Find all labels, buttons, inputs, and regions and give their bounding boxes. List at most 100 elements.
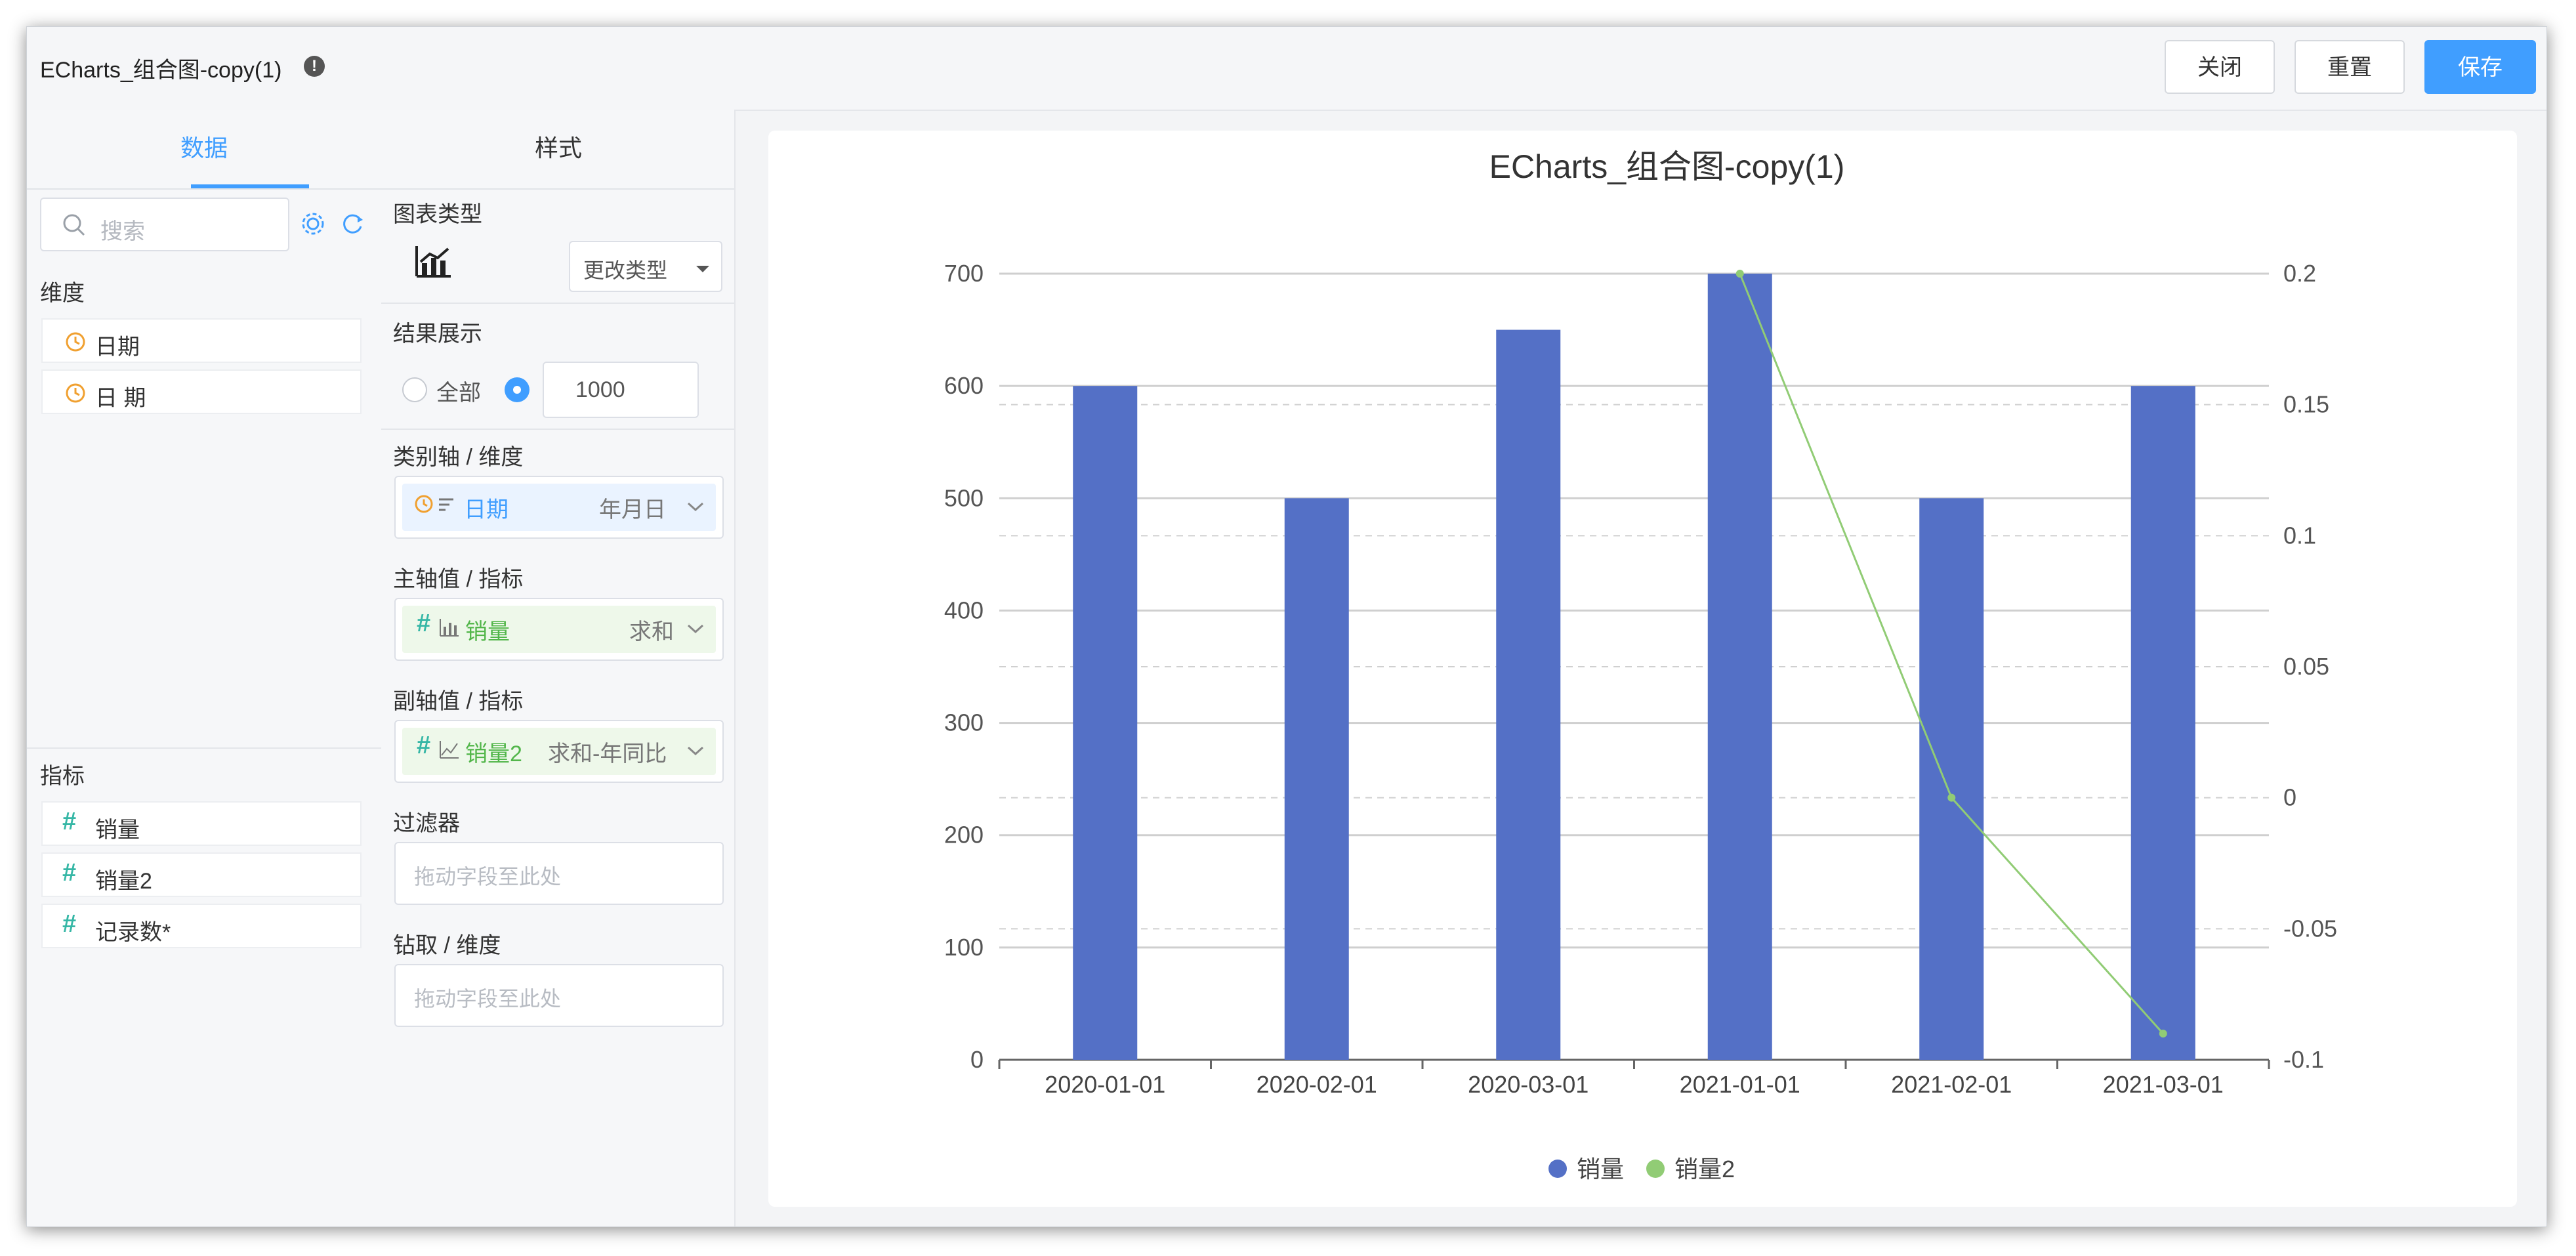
y-right-tick-label: -0.05: [2283, 915, 2337, 942]
result-limit-value: 1000: [575, 377, 625, 402]
section-divider: [381, 429, 734, 430]
result-limit-input[interactable]: 1000: [543, 362, 699, 418]
panel-tabs: 数据 样式: [27, 110, 734, 190]
hash-icon: #: [62, 859, 77, 887]
bar: [1919, 498, 1984, 1060]
filter-placeholder: 拖动字段至此处: [414, 865, 562, 889]
tab-style[interactable]: 样式: [381, 110, 736, 187]
window-title: ECharts_组合图-copy(1): [40, 58, 282, 83]
caret-down-icon: [696, 266, 709, 272]
measure-section-title: 指标: [40, 764, 85, 789]
chart-preview: ECharts_组合图-copy(1) 0 100 200 300 400 500 600 70…: [768, 131, 2517, 1207]
bar: [1073, 386, 1138, 1060]
refresh-icon[interactable]: [339, 211, 365, 237]
hash-icon: #: [417, 610, 431, 637]
y-right-tick-label: 0.05: [2283, 653, 2329, 680]
category-field-name: 日期: [464, 497, 509, 522]
bar: [1707, 274, 1772, 1060]
section-divider: [381, 303, 734, 304]
category-axis-label: 类别轴 / 维度: [393, 445, 524, 470]
y-left-tick-label: 500: [944, 484, 984, 511]
y-left-tick-label: 100: [944, 934, 984, 961]
y-left-tick-label: 0: [970, 1046, 984, 1073]
y-left-tick-label: 700: [944, 260, 984, 287]
dimension-section-title: 维度: [40, 281, 85, 306]
x-tick-label: 2021-03-01: [2103, 1071, 2224, 1098]
line-chart-icon: [440, 741, 459, 759]
y-right-tick-label: 0.2: [2283, 260, 2316, 287]
tab-data[interactable]: 数据: [27, 110, 381, 187]
chevron-down-icon[interactable]: [687, 746, 704, 757]
filter-label: 过滤器: [393, 811, 460, 836]
close-button[interactable]: 关闭: [2165, 40, 2275, 94]
reset-button[interactable]: 重置: [2295, 40, 2405, 94]
result-display-label: 结果展示: [393, 322, 482, 346]
bar: [2130, 386, 2195, 1060]
primary-axis-drop: # 销量 求和: [394, 598, 724, 661]
save-button[interactable]: 保存: [2424, 40, 2536, 94]
legend-label-sales2: 销量2: [1674, 1156, 1735, 1183]
dimension-label: 日 期: [95, 386, 146, 411]
hash-icon: #: [62, 808, 77, 835]
radio-all[interactable]: [402, 377, 427, 402]
secondary-aggregation: 求和-年同比: [548, 742, 667, 766]
header-bar: ECharts_组合图-copy(1) ! 关闭 重置 保存: [27, 27, 2546, 111]
x-tick-label: 2020-02-01: [1257, 1071, 1377, 1098]
y-right-tick-label: 0.15: [2283, 391, 2329, 418]
measure-item-record-count[interactable]: # 记录数*: [41, 904, 362, 948]
x-tick-label: 2021-02-01: [1891, 1071, 2012, 1098]
field-search-input[interactable]: 搜索: [40, 198, 289, 251]
secondary-field-chip[interactable]: # 销量2 求和-年同比: [402, 728, 716, 775]
hash-icon: #: [417, 732, 431, 759]
search-placeholder: 搜索: [100, 219, 145, 244]
dimension-label: 日期: [95, 335, 140, 360]
line-point: [1947, 793, 1956, 802]
legend-marker-sales: [1548, 1160, 1567, 1178]
sort-icon: [439, 498, 453, 511]
chevron-down-icon[interactable]: [687, 502, 704, 513]
chevron-down-icon[interactable]: [687, 624, 704, 635]
measure-label: 销量2: [95, 869, 152, 894]
y-left-tick-label: 300: [944, 709, 984, 736]
line-point: [1735, 270, 1744, 278]
combo-chart: ECharts_组合图-copy(1) 0 100 200 300 400 500 600 70…: [944, 148, 2337, 1183]
secondary-axis-drop: # 销量2 求和-年同比: [394, 720, 724, 783]
drill-placeholder: 拖动字段至此处: [414, 987, 562, 1011]
y-left-tick-label: 600: [944, 372, 984, 399]
drill-label: 钻取 / 维度: [393, 933, 501, 958]
category-field-chip[interactable]: 日期 年月日: [402, 484, 716, 531]
clock-icon: [66, 383, 85, 403]
x-tick-label: 2021-01-01: [1680, 1071, 1800, 1098]
x-tick-label: 2020-03-01: [1468, 1071, 1589, 1098]
combo-chart-icon[interactable]: [414, 243, 453, 280]
bar: [1496, 329, 1561, 1060]
line-point: [2159, 1030, 2167, 1038]
y-right-tick-label: 0.1: [2283, 522, 2316, 549]
measure-item-sales[interactable]: # 销量: [41, 801, 362, 846]
clock-icon: [415, 495, 433, 513]
x-tick-label: 2020-01-01: [1045, 1071, 1165, 1098]
clock-icon: [66, 332, 85, 352]
primary-field-chip[interactable]: # 销量 求和: [402, 606, 716, 653]
secondary-axis-label: 副轴值 / 指标: [393, 689, 524, 714]
settings-icon[interactable]: [300, 211, 326, 237]
info-icon[interactable]: !: [304, 56, 325, 77]
y-left-tick-label: 400: [944, 597, 984, 623]
filter-drop-zone[interactable]: 拖动字段至此处: [394, 842, 724, 905]
category-granularity: 年月日: [599, 497, 666, 522]
dimension-item-date[interactable]: 日期: [41, 318, 362, 363]
section-divider: [27, 747, 381, 749]
dimension-item-date-2[interactable]: 日 期: [41, 369, 362, 414]
hash-icon: #: [62, 910, 77, 938]
radio-limit[interactable]: [505, 377, 530, 402]
primary-axis-label: 主轴值 / 指标: [393, 567, 524, 592]
change-type-select[interactable]: 更改类型: [569, 241, 722, 292]
chart-type-label: 图表类型: [393, 202, 482, 227]
legend-marker-sales2: [1646, 1160, 1665, 1178]
y-right-tick-label: -0.1: [2283, 1046, 2324, 1073]
drill-drop-zone[interactable]: 拖动字段至此处: [394, 964, 724, 1027]
category-axis-drop: 日期 年月日: [394, 476, 724, 539]
measure-item-sales2[interactable]: # 销量2: [41, 852, 362, 897]
y-right-tick-label: 0: [2283, 784, 2296, 811]
measure-label: 销量: [95, 818, 140, 843]
